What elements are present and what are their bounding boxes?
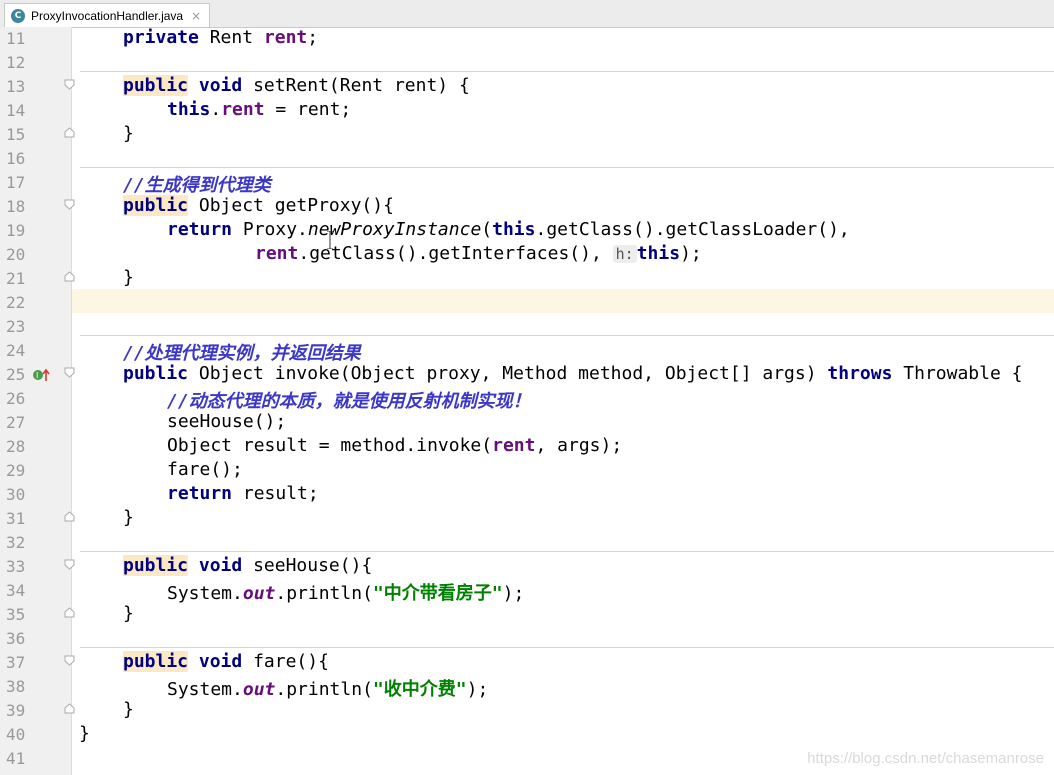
tab-proxy-invocation-handler[interactable]: C ProxyInvocationHandler.java ×: [4, 3, 210, 27]
code-line-29: fare();: [167, 459, 243, 480]
code-line-25: public Object invoke(Object proxy, Metho…: [123, 363, 1023, 384]
line-number: 17: [6, 173, 26, 192]
line-number: 29: [6, 461, 26, 480]
code-line-26-comment: //动态代理的本质，就是使用反射机制实现！: [167, 391, 531, 412]
line-number: 11: [6, 29, 26, 48]
line-number: 23: [6, 317, 26, 336]
code-line-20: rent.getClass().getInterfaces(), h: this)…: [255, 243, 702, 264]
mouse-ibeam-cursor: [327, 230, 333, 253]
line-number: 30: [6, 485, 26, 504]
svg-text:I: I: [36, 371, 38, 380]
line-number: 12: [6, 53, 26, 72]
line-number: 20: [6, 245, 26, 264]
line-number: 32: [6, 533, 26, 552]
line-number: 26: [6, 389, 26, 408]
code-editor[interactable]: private Rent rent; public void setRent(R…: [72, 27, 1054, 775]
parameter-hint: h:: [612, 245, 637, 263]
line-number: 27: [6, 413, 26, 432]
code-line-33: public void seeHouse(){: [123, 555, 373, 576]
line-number: 13: [6, 77, 26, 96]
line-number: 35: [6, 605, 26, 624]
line-number: 38: [6, 677, 26, 696]
tab-label: ProxyInvocationHandler.java: [31, 8, 184, 23]
code-line-39: }: [123, 699, 134, 720]
line-number: 31: [6, 509, 26, 528]
line-number-gutter[interactable]: 11 12 13 14 15 16 17 18 19 20 21 22 23 2…: [0, 27, 72, 775]
line-number: 41: [6, 749, 26, 768]
code-line-14: this.rent = rent;: [167, 99, 352, 120]
code-line-28: Object result = method.invoke(rent, args…: [167, 435, 623, 456]
override-method-icon[interactable]: I: [32, 367, 52, 386]
line-number: 39: [6, 701, 26, 720]
code-line-37: public void fare(){: [123, 651, 329, 672]
code-line-38: System.out.println("收中介费");: [167, 679, 489, 700]
line-number: 28: [6, 437, 26, 456]
java-class-icon: C: [11, 8, 25, 23]
line-number: 36: [6, 629, 26, 648]
code-line-21: }: [123, 267, 134, 288]
line-number: 34: [6, 581, 26, 600]
code-line-27: seeHouse();: [167, 411, 287, 432]
code-line-30: return result;: [167, 483, 319, 504]
code-line-40: }: [79, 723, 90, 744]
code-line-15: }: [123, 123, 134, 144]
watermark-text: https://blog.csdn.net/chasemanrose: [807, 750, 1044, 767]
code-line-31: }: [123, 507, 134, 528]
code-line-11: private Rent rent;: [123, 27, 319, 48]
line-number: 24: [6, 341, 26, 360]
line-number: 15: [6, 125, 26, 144]
line-number: 21: [6, 269, 26, 288]
line-number: 19: [6, 221, 26, 240]
code-line-18: public Object getProxy(){: [123, 195, 394, 216]
line-number: 40: [6, 725, 26, 744]
line-number: 33: [6, 557, 26, 576]
line-number: 14: [6, 101, 26, 120]
line-number: 37: [6, 653, 26, 672]
code-line-19: return Proxy.newProxyInstance(this.getCl…: [167, 219, 850, 240]
code-line-17-comment: //生成得到代理类: [123, 175, 271, 196]
code-line-34: System.out.println("中介带看房子");: [167, 583, 525, 604]
code-line-13: public void setRent(Rent rent) {: [123, 75, 470, 96]
editor-tab-bar: C ProxyInvocationHandler.java ×: [0, 0, 1054, 28]
close-icon[interactable]: ×: [191, 9, 201, 23]
line-number: 16: [6, 149, 26, 168]
code-line-35: }: [123, 603, 134, 624]
line-number: 22: [6, 293, 26, 312]
code-line-24-comment: //处理代理实例，并返回结果: [123, 343, 361, 364]
line-number: 18: [6, 197, 26, 216]
